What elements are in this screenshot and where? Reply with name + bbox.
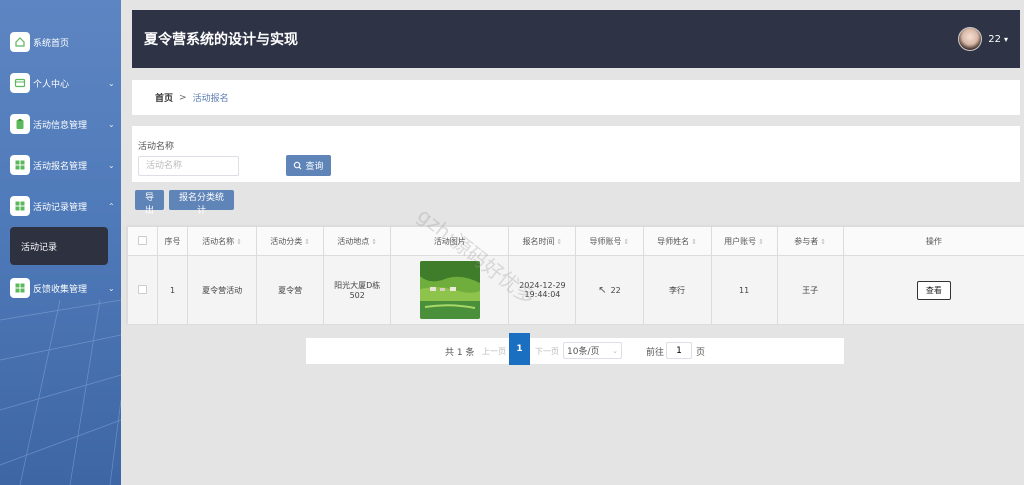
goto-label: 前往: [646, 348, 665, 358]
next-page-button[interactable]: 下一页: [535, 346, 559, 357]
search-button[interactable]: 查询: [286, 155, 331, 176]
cell-signup-time: 2024-12-29 19:44:04: [508, 255, 577, 325]
column-header: 序号: [157, 226, 189, 256]
grid-icon: [10, 155, 30, 175]
sidebar-subitem-label: 活动记录: [21, 242, 58, 253]
sidebar-item-label: 活动信息管理: [33, 120, 88, 131]
goto-suffix: 页: [696, 348, 706, 358]
chevron-down-icon: ⌄: [612, 346, 618, 355]
header-select-all[interactable]: [126, 226, 159, 256]
sort-icon: ⇕: [304, 237, 311, 246]
home-icon: [10, 32, 30, 52]
sidebar-item-home[interactable]: 系统首页: [10, 31, 118, 53]
table-row: 1 夏令营活动 夏令营 阳光大厦D栋502 2024-12-29 19:44:0…: [126, 255, 1024, 325]
sidebar-item-profile[interactable]: 个人中心 ⌄: [10, 72, 118, 94]
search-label: 活动名称: [138, 142, 175, 152]
column-header: 活动图片: [390, 226, 510, 256]
sidebar-item-label: 个人中心: [33, 79, 70, 90]
column-header[interactable]: 导师姓名 ⇕: [642, 226, 712, 256]
cell-image: [390, 255, 510, 325]
sidebar-subitem-activity-record[interactable]: 活动记录: [10, 227, 108, 265]
cell-participant: 王子: [776, 255, 844, 325]
cell-category: 夏令营: [256, 255, 325, 325]
sort-icon: ⇕: [371, 237, 378, 246]
cell-mentor-name: 李行: [642, 255, 712, 325]
goto-page-input[interactable]: [666, 342, 692, 359]
pagination: 共 1 条 上一页 1 下一页 10条/页 ⌄ 前往 页: [306, 333, 844, 365]
grid-icon: [10, 196, 30, 216]
chevron-down-icon: ⌄: [108, 160, 115, 170]
page-size-select[interactable]: 10条/页 ⌄: [563, 342, 622, 359]
clipboard-icon: [10, 114, 30, 134]
checkbox[interactable]: [138, 284, 148, 294]
column-header[interactable]: 报名时间 ⇕: [508, 226, 577, 256]
sidebar-item-label: 活动记录管理: [33, 202, 88, 213]
sidebar-item-activity-signup[interactable]: 活动报名管理 ⌄: [10, 154, 118, 176]
search-panel: 活动名称 查询: [132, 126, 1020, 182]
column-header: 操作: [842, 226, 1024, 256]
mouse-cursor-icon: ↖: [598, 284, 607, 296]
chevron-down-icon: ⌄: [108, 119, 115, 129]
column-header[interactable]: 用户账号 ⇕: [710, 226, 778, 256]
user-menu[interactable]: 22 ▾: [958, 27, 1008, 51]
sort-icon: ⇕: [758, 237, 765, 246]
search-icon: [294, 161, 302, 170]
breadcrumb-current: 活动报名: [192, 94, 229, 104]
avatar: [958, 27, 983, 51]
prev-page-button[interactable]: 上一页: [482, 346, 506, 357]
breadcrumb-home[interactable]: 首页: [155, 91, 173, 104]
cell-location: 阳光大厦D栋502: [323, 255, 392, 325]
breadcrumb: 首页 > 活动报名: [132, 80, 1020, 115]
username: 22: [988, 33, 1001, 45]
cell-user-account: 11: [710, 255, 778, 325]
sort-icon: ⇕: [623, 237, 630, 246]
caret-down-icon: ▾: [1003, 34, 1008, 44]
sidebar-item-activity-info[interactable]: 活动信息管理 ⌄: [10, 113, 118, 135]
activity-image: [419, 261, 480, 319]
sidebar-item-activity-record[interactable]: 活动记录管理 ⌃: [10, 195, 118, 217]
cell-actions: 查看: [842, 255, 1024, 325]
app-title: 夏令营系统的设计与实现: [144, 32, 298, 48]
sidebar-background-pattern: [0, 299, 121, 485]
sort-icon: ⇕: [236, 237, 243, 246]
column-header[interactable]: 活动地点 ⇕: [323, 226, 392, 256]
column-header[interactable]: 活动分类 ⇕: [256, 226, 325, 256]
sort-icon: ⇕: [556, 237, 563, 246]
data-table: 序号 活动名称 ⇕ 活动分类 ⇕ 活动地点 ⇕ 活动图片 报名时间 ⇕ 导师账号 ⇕ 导师…: [126, 225, 1024, 325]
sidebar-item-label: 活动报名管理: [33, 161, 88, 172]
chevron-up-icon: ⌃: [108, 201, 115, 211]
checkbox[interactable]: [138, 235, 148, 245]
sidebar-item-label: 反馈收集管理: [33, 284, 88, 295]
export-button[interactable]: 导出: [135, 190, 164, 216]
stats-button[interactable]: 报名分类统计: [169, 190, 234, 216]
page-number-1[interactable]: 1: [509, 333, 530, 365]
top-header: 夏令营系统的设计与实现 22 ▾: [132, 10, 1020, 68]
search-input[interactable]: [138, 156, 239, 176]
row-select[interactable]: [126, 255, 159, 325]
sidebar-item-feedback[interactable]: 反馈收集管理 ⌄: [10, 277, 118, 299]
page-size-value: 10条/页: [567, 347, 600, 357]
column-header[interactable]: 导师账号 ⇕: [575, 226, 644, 256]
breadcrumb-separator: >: [179, 92, 187, 103]
sort-icon: ⇕: [820, 237, 827, 246]
cell-activity-name: 夏令营活动: [187, 255, 258, 325]
table-header-row: 序号 活动名称 ⇕ 活动分类 ⇕ 活动地点 ⇕ 活动图片 报名时间 ⇕ 导师账号 ⇕ 导师…: [126, 226, 1024, 256]
pagination-total: 共 1 条: [445, 348, 475, 358]
profile-card-icon: [10, 73, 30, 93]
sidebar: 系统首页 个人中心 ⌄ 活动信息管理 ⌄ 活动报名管理 ⌄ 活动记录管理 ⌃ 活…: [0, 0, 121, 485]
cell-index: 1: [157, 255, 189, 325]
grid-icon: [10, 278, 30, 298]
column-header[interactable]: 参与者 ⇕: [776, 226, 844, 256]
chevron-down-icon: ⌄: [108, 78, 115, 88]
sort-icon: ⇕: [691, 237, 697, 246]
view-button[interactable]: 查看: [916, 280, 951, 300]
sidebar-item-label: 系统首页: [33, 38, 70, 49]
search-button-label: 查询: [305, 162, 324, 172]
cell-mentor-account: ↖ 22: [575, 255, 644, 325]
chevron-down-icon: ⌄: [108, 283, 115, 293]
column-header[interactable]: 活动名称 ⇕: [187, 226, 258, 256]
